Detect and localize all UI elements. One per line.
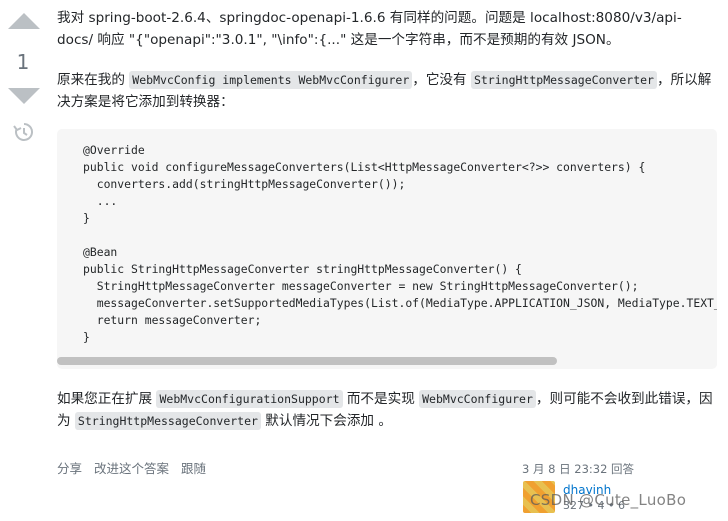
improve-answer-link[interactable]: 改进这个答案 (94, 461, 169, 476)
code-text: @Override public void configureMessageCo… (83, 143, 717, 344)
text-segment: ，它没有 (412, 72, 471, 88)
downvote-icon[interactable] (8, 88, 40, 104)
vote-column: 1 (0, 0, 48, 521)
horizontal-scrollbar[interactable] (57, 357, 557, 365)
inline-code: WebMvcConfigurer (419, 390, 536, 408)
code-block: @Override public void configureMessageCo… (57, 129, 717, 369)
watermark: CSDN @Cute_LuoBo (530, 491, 687, 509)
follow-link[interactable]: 跟随 (181, 461, 206, 476)
inline-code: StringHttpMessageConverter (470, 71, 657, 89)
text-segment: 原来在我的 (57, 72, 130, 88)
inline-code: WebMvcConfigurationSupport (156, 390, 343, 408)
vote-count: 1 (16, 50, 30, 74)
answer-paragraph-2: 原来在我的 WebMvcConfig implements WebMvcConf… (57, 69, 717, 113)
answered-time: 3 月 8 日 23:32 回答 (522, 462, 635, 476)
history-icon[interactable] (12, 122, 34, 142)
post-menu: 分享 改进这个答案 跟随 (57, 458, 214, 477)
text-segment: 默认情况下会添加 。 (260, 413, 392, 429)
text-segment: 如果您正在扩展 (57, 391, 157, 407)
upvote-icon[interactable] (8, 13, 40, 29)
text-segment: 而不是实现 (342, 391, 420, 407)
answer-paragraph-1: 我对 spring-boot-2.6.4、springdoc-openapi-1… (57, 10, 682, 48)
answer-paragraph-3: 如果您正在扩展 WebMvcConfigurationSupport 而不是实现… (57, 388, 717, 432)
inline-code: StringHttpMessageConverter (74, 412, 261, 430)
share-link[interactable]: 分享 (57, 461, 82, 476)
inline-code: WebMvcConfig implements WebMvcConfigurer (129, 71, 413, 89)
